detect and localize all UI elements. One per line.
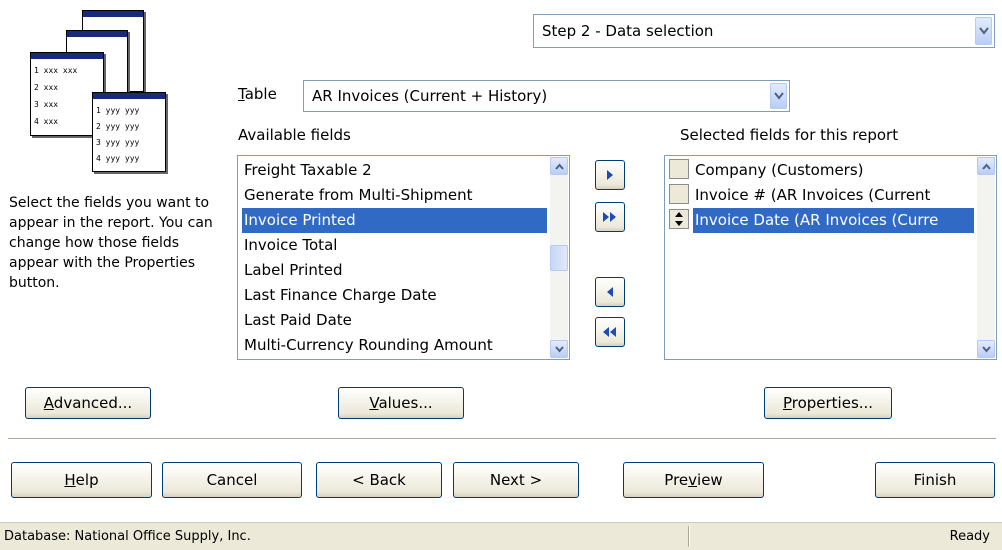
sheet-row: 2 xxx	[34, 83, 59, 92]
sheet-row: 2 yyy yyy	[96, 122, 140, 131]
available-fields-label: Available fields	[238, 126, 351, 144]
double-arrow-right-icon	[603, 212, 616, 222]
add-field-button[interactable]	[595, 160, 625, 190]
report-sheet-right: 1 yyy yyy 2 yyy yyy 3 yyy yyy 4 yyy yyy	[92, 92, 166, 172]
add-all-fields-button[interactable]	[595, 202, 625, 232]
scroll-down-button[interactable]	[977, 340, 995, 358]
sort-order-icon[interactable]	[669, 209, 689, 229]
scroll-thumb[interactable]	[550, 245, 568, 271]
preview-button[interactable]: Preview	[623, 462, 764, 498]
cancel-button[interactable]: Cancel	[162, 462, 302, 498]
status-separator	[688, 526, 690, 547]
selected-field-item[interactable]: Invoice # (AR Invoices (Current	[693, 183, 974, 208]
values-button[interactable]: Values...	[338, 387, 464, 419]
selected-field-item[interactable]: Invoice Date (AR Invoices (Curre	[693, 208, 974, 233]
sheet-row: 3 yyy yyy	[96, 138, 140, 147]
properties-button[interactable]: Properties...	[764, 387, 892, 419]
back-button[interactable]: < Back	[316, 462, 442, 498]
available-field-item[interactable]: Last Finance Charge Date	[242, 283, 547, 308]
chevron-up-icon	[555, 163, 564, 170]
sheet-row: 4 yyy yyy	[96, 154, 140, 163]
instructions-text: Select the fields you want to appear in …	[9, 195, 213, 291]
step-select-value: Step 2 - Data selection	[542, 22, 714, 40]
scroll-down-button[interactable]	[550, 340, 568, 358]
chevron-down-icon	[979, 27, 989, 35]
sheet-row: 1 yyy yyy	[96, 106, 140, 115]
chevron-up-icon	[982, 163, 991, 170]
double-arrow-left-icon	[603, 327, 616, 337]
sort-box[interactable]	[669, 184, 689, 204]
available-field-item[interactable]: Multi-Currency Rounding Amount	[242, 333, 547, 358]
selected-scrollbar[interactable]	[977, 157, 995, 358]
available-scrollbar[interactable]	[550, 157, 568, 358]
sort-box[interactable]	[669, 159, 689, 179]
scroll-up-button[interactable]	[550, 157, 568, 175]
scroll-up-button[interactable]	[977, 157, 995, 175]
table-select-dropdown-button[interactable]	[770, 83, 787, 109]
available-field-item[interactable]: Invoice Total	[242, 233, 547, 258]
arrow-left-icon	[607, 287, 613, 297]
chevron-down-icon	[555, 346, 564, 353]
status-ready: Ready	[949, 529, 990, 544]
next-button[interactable]: Next >	[453, 462, 579, 498]
step-select[interactable]: Step 2 - Data selection	[533, 14, 995, 48]
finish-button[interactable]: Finish	[875, 462, 995, 498]
available-fields-list[interactable]: Freight Taxable 2 Generate from Multi-Shi…	[237, 155, 570, 360]
remove-all-fields-button[interactable]	[595, 317, 625, 347]
remove-field-button[interactable]	[595, 277, 625, 307]
wizard-illustration: 1 xxx xxx 2 xxx 3 xxx 4 xxx 1 yyy yyy 2 yyy …	[30, 10, 170, 175]
sheet-row: 3 xxx	[34, 100, 59, 109]
table-select[interactable]: AR Invoices (Current + History)	[303, 80, 790, 112]
sheet-row: 4 xxx	[34, 117, 59, 126]
selected-fields-list[interactable]: Company (Customers) Invoice # (AR Invoice…	[664, 155, 997, 360]
sheet-row: 1 xxx xxx	[34, 66, 78, 75]
chevron-down-icon	[774, 92, 784, 100]
selected-fields-label: Selected fields for this report	[680, 126, 899, 144]
available-field-item[interactable]: Generate from Multi-Shipment	[242, 183, 547, 208]
step-select-dropdown-button[interactable]	[975, 17, 992, 45]
table-select-value: AR Invoices (Current + History)	[312, 87, 548, 105]
table-label: Table	[238, 85, 277, 103]
chevron-down-icon	[982, 346, 991, 353]
status-bar: Database: National Office Supply, Inc. R…	[0, 522, 1002, 550]
arrow-right-icon	[607, 170, 613, 180]
advanced-button[interactable]: Advanced...	[25, 387, 151, 419]
available-field-item[interactable]: Label Printed	[242, 258, 547, 283]
help-button[interactable]: Help	[11, 462, 152, 498]
divider	[8, 438, 996, 440]
available-field-item[interactable]: Invoice Printed	[242, 208, 547, 233]
status-database: Database: National Office Supply, Inc.	[4, 529, 251, 544]
available-field-item[interactable]: Last Paid Date	[242, 308, 547, 333]
available-field-item[interactable]: Freight Taxable 2	[242, 158, 547, 183]
selected-field-item[interactable]: Company (Customers)	[693, 158, 974, 183]
